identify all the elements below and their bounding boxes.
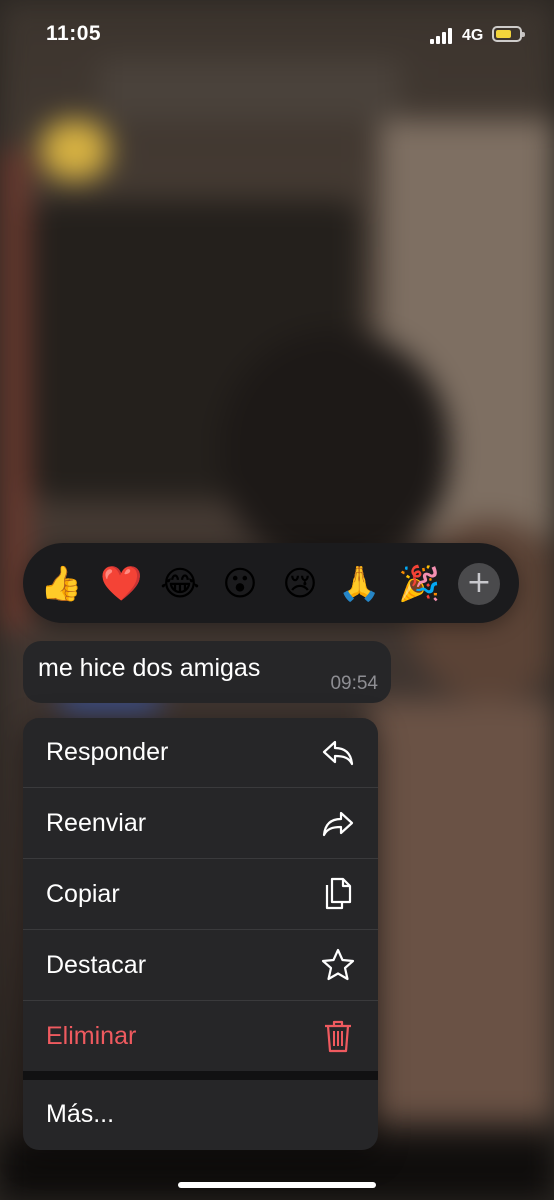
laughing-reaction[interactable]: 😂 xyxy=(159,563,201,605)
crying-reaction[interactable]: 😢 xyxy=(279,563,321,605)
forward-icon xyxy=(322,811,354,837)
menu-item-label: Copiar xyxy=(46,880,120,908)
home-indicator[interactable] xyxy=(178,1182,376,1188)
pray-reaction[interactable]: 🙏 xyxy=(338,563,380,605)
status-time: 11:05 xyxy=(46,22,102,45)
message-bubble[interactable]: me hice dos amigas 09:54 xyxy=(23,641,391,703)
party-reaction[interactable]: 🎉 xyxy=(398,563,440,605)
battery-icon xyxy=(492,26,525,42)
menu-item-more[interactable]: Más... xyxy=(23,1080,378,1150)
menu-item-label: Reenviar xyxy=(46,809,147,837)
thumbs-up-reaction[interactable]: 👍 xyxy=(40,563,82,605)
menu-item-label: Eliminar xyxy=(46,1022,137,1050)
star-icon xyxy=(321,948,355,981)
status-bar: 11:05 4G xyxy=(0,0,554,70)
menu-separator xyxy=(23,1071,378,1080)
menu-item-label: Más... xyxy=(46,1100,115,1128)
network-type: 4G xyxy=(462,27,484,44)
menu-item-label: Destacar xyxy=(46,951,147,979)
cellular-signal-icon xyxy=(430,28,456,44)
surprised-reaction[interactable]: 😮 xyxy=(219,563,261,605)
reaction-bar: 👍 ❤️ 😂 😮 😢 🙏 🎉 + xyxy=(23,543,519,623)
trash-icon xyxy=(325,1020,351,1053)
more-reactions-button[interactable]: + xyxy=(458,563,500,605)
menu-item-copy[interactable]: Copiar xyxy=(23,860,378,930)
message-timestamp: 09:54 xyxy=(330,673,378,694)
menu-item-forward[interactable]: Reenviar xyxy=(23,789,378,859)
menu-item-star[interactable]: Destacar xyxy=(23,931,378,1001)
copy-icon xyxy=(325,877,352,910)
reply-icon xyxy=(322,740,354,766)
menu-item-label: Responder xyxy=(46,738,169,766)
menu-item-reply[interactable]: Responder xyxy=(23,718,378,788)
menu-item-delete[interactable]: Eliminar xyxy=(23,1002,378,1072)
message-text: me hice dos amigas xyxy=(38,654,261,682)
message-context-menu: Responder Reenviar Copiar Destacar Elimi… xyxy=(23,718,378,1150)
heart-reaction[interactable]: ❤️ xyxy=(100,563,142,605)
